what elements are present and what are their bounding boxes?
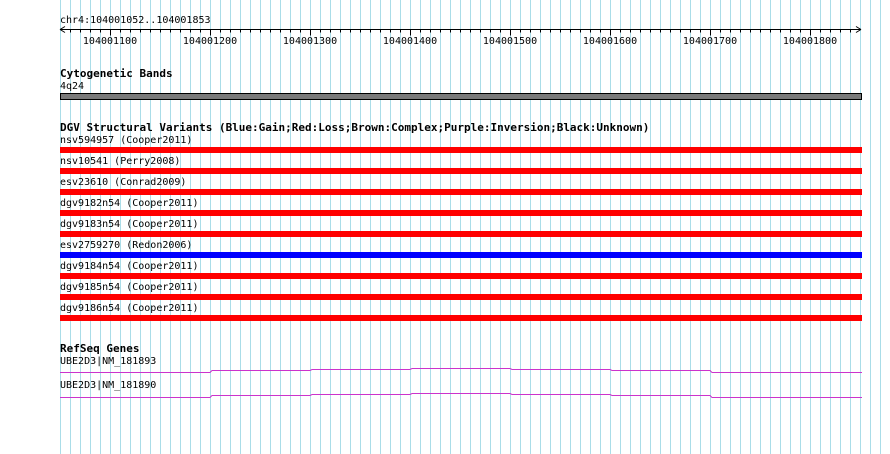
refseq-track-header: RefSeq Genes bbox=[60, 342, 140, 355]
dgv-feature-bar[interactable] bbox=[60, 252, 862, 258]
ruler-tick-label: 104001400 bbox=[383, 36, 437, 47]
ruler-tick-label: 104001500 bbox=[483, 36, 537, 47]
dgv-feature-bar[interactable] bbox=[60, 210, 862, 216]
dgv-feature-label: esv2759270 (Redon2006) bbox=[60, 240, 193, 251]
dgv-feature-label: dgv9186n54 (Cooper2011) bbox=[60, 303, 199, 314]
ruler-tick-label: 104001800 bbox=[783, 36, 837, 47]
dgv-feature-label: dgv9184n54 (Cooper2011) bbox=[60, 261, 199, 272]
dgv-feature-bar[interactable] bbox=[60, 147, 862, 153]
dgv-feature-label: esv23610 (Conrad2009) bbox=[60, 177, 187, 188]
dgv-feature-label: dgv9183n54 (Cooper2011) bbox=[60, 219, 199, 230]
ruler-tick-label: 104001700 bbox=[683, 36, 737, 47]
dgv-feature-bar[interactable] bbox=[60, 315, 862, 321]
cytoband-track-header: Cytogenetic Bands bbox=[60, 67, 173, 80]
coordinate-ruler: 104001100 104001200 104001300 104001400 1040… bbox=[59, 26, 862, 47]
dgv-feature-label: dgv9182n54 (Cooper2011) bbox=[60, 198, 199, 209]
dgv-feature-bar[interactable] bbox=[60, 189, 862, 195]
dgv-feature-bar[interactable] bbox=[60, 168, 862, 174]
gene-transcript-line[interactable] bbox=[60, 393, 862, 398]
dgv-feature-bar[interactable] bbox=[60, 231, 862, 237]
ruler-tick-label: 104001600 bbox=[583, 36, 637, 47]
ruler-tick-label: 104001100 bbox=[83, 36, 137, 47]
dgv-feature-bar[interactable] bbox=[60, 273, 862, 279]
dgv-track-header: DGV Structural Variants (Blue:Gain;Red:L… bbox=[60, 121, 650, 134]
dgv-feature-label: nsv10541 (Perry2008) bbox=[60, 156, 181, 167]
cytoband-label: 4q24 bbox=[60, 81, 85, 92]
dgv-feature-label: dgv9185n54 (Cooper2011) bbox=[60, 282, 199, 293]
ruler-tick-label: 104001300 bbox=[283, 36, 337, 47]
gene-transcript-line[interactable] bbox=[60, 368, 862, 373]
dgv-feature-label: nsv594957 (Cooper2011) bbox=[60, 135, 193, 146]
ruler-tick-label: 104001200 bbox=[183, 36, 237, 47]
dgv-feature-bar[interactable] bbox=[60, 294, 862, 300]
refseq-gene-glyphs[interactable] bbox=[0, 360, 890, 410]
cytoband-bar[interactable] bbox=[60, 93, 862, 100]
